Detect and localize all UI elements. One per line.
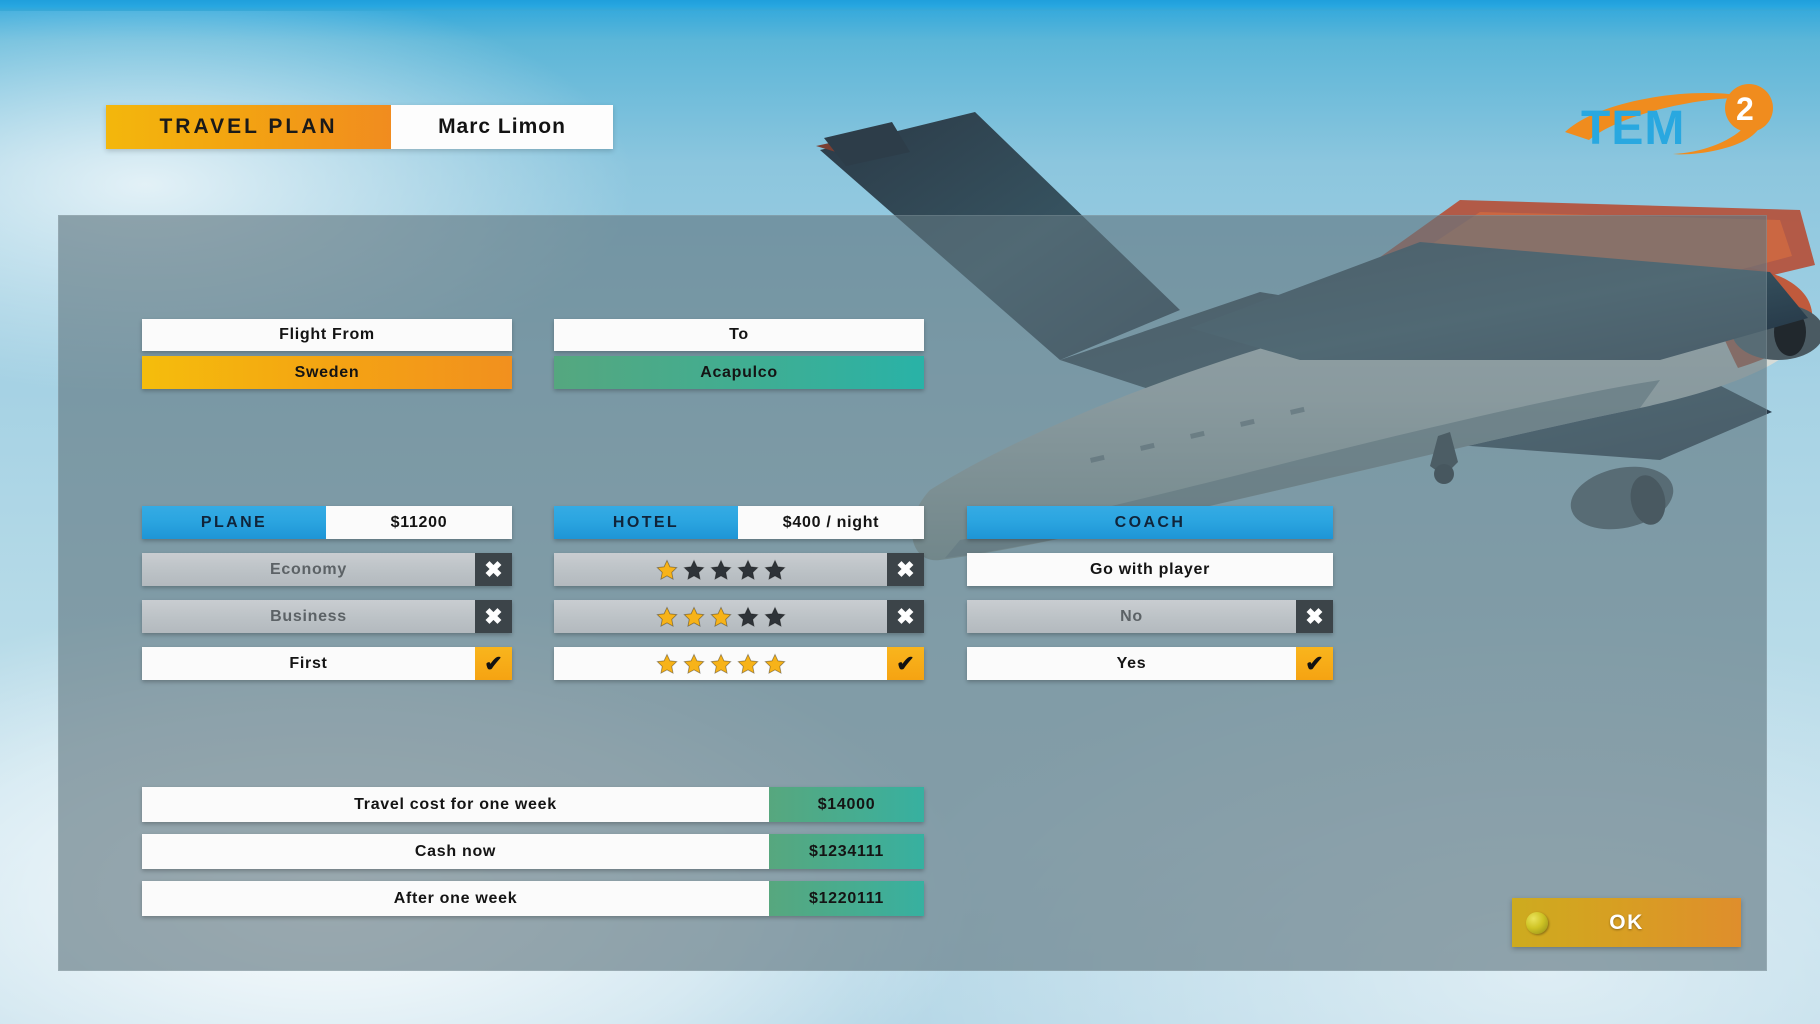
travel-plan-panel: Flight From Sweden To Acapulco PLANE $11… [58,215,1767,971]
tem2-logo: TEM 2 [1565,84,1773,155]
plane-price: $11200 [326,506,512,539]
logo-exponent: 2 [1736,91,1754,127]
star-icon [655,558,678,580]
cross-icon[interactable]: ✖ [887,600,924,633]
star-icon [709,605,732,627]
star-rating-2 [655,605,786,628]
plane-option-label[interactable]: Business [142,600,475,633]
check-icon[interactable]: ✔ [1296,647,1333,680]
plane-option-business[interactable]: Business ✖ [142,600,512,633]
plane-option-first[interactable]: First ✔ [142,647,512,680]
summary-row-cash-now: Cash now $1234111 [142,834,924,869]
coach-question: Go with player [967,553,1333,586]
hotel-section-header: HOTEL $400 / night [554,506,924,539]
coach-section-label: COACH [967,506,1333,539]
flight-from-label-row: Flight From [142,319,512,351]
star-icon [763,558,786,580]
flight-to-label-row: To [554,319,924,351]
cross-icon[interactable]: ✖ [887,553,924,586]
summary-value: $1234111 [769,834,924,869]
flight-to-label: To [554,319,924,351]
cross-icon[interactable]: ✖ [1296,600,1333,633]
summary-row-travel-cost: Travel cost for one week $14000 [142,787,924,822]
page-title: TRAVEL PLAN [106,105,391,149]
flight-from-value-row[interactable]: Sweden [142,356,512,389]
flight-to-value-row[interactable]: Acapulco [554,356,924,389]
hotel-option-1star[interactable]: ✖ [554,553,924,586]
coach-option-label[interactable]: No [967,600,1296,633]
top-accent-bar [0,0,1820,11]
star-icon [763,652,786,674]
star-icon [682,558,705,580]
plane-section-label: PLANE [142,506,326,539]
coin-icon [1526,912,1548,934]
cross-icon[interactable]: ✖ [475,600,512,633]
summary-label: Cash now [142,834,769,869]
player-name-field: Marc Limon [391,105,613,149]
flight-from-label: Flight From [142,319,512,351]
star-icon [736,652,759,674]
summary-value: $14000 [769,787,924,822]
coach-question-row: Go with player [967,553,1333,586]
star-icon [736,558,759,580]
star-rating-1 [655,558,786,581]
summary-row-after-one-week: After one week $1220111 [142,881,924,916]
plane-option-economy[interactable]: Economy ✖ [142,553,512,586]
coach-option-yes[interactable]: Yes ✔ [967,647,1333,680]
summary-label: Travel cost for one week [142,787,769,822]
check-icon[interactable]: ✔ [475,647,512,680]
summary-label: After one week [142,881,769,916]
hotel-option-5star[interactable]: ✔ [554,647,924,680]
star-icon [709,558,732,580]
header-bar: TRAVEL PLAN Marc Limon [106,105,613,149]
coach-option-label[interactable]: Yes [967,647,1296,680]
coach-section-header: COACH [967,506,1333,539]
flight-to-value[interactable]: Acapulco [554,356,924,389]
logo-text: TEM [1581,102,1685,155]
ok-button[interactable]: OK [1512,898,1741,947]
plane-option-label[interactable]: First [142,647,475,680]
plane-option-label[interactable]: Economy [142,553,475,586]
game-screen: TRAVEL PLAN Marc Limon TEM 2 Flight From… [0,0,1820,1024]
star-icon [736,605,759,627]
star-icon [655,652,678,674]
plane-section-header: PLANE $11200 [142,506,512,539]
hotel-price: $400 / night [738,506,924,539]
hotel-option-3star[interactable]: ✖ [554,600,924,633]
flight-from-value[interactable]: Sweden [142,356,512,389]
star-icon [709,652,732,674]
check-icon[interactable]: ✔ [887,647,924,680]
star-rating-3 [655,652,786,675]
hotel-section-label: HOTEL [554,506,738,539]
coach-option-no[interactable]: No ✖ [967,600,1333,633]
ok-button-label: OK [1609,910,1644,934]
star-icon [655,605,678,627]
star-icon [763,605,786,627]
cross-icon[interactable]: ✖ [475,553,512,586]
star-icon [682,605,705,627]
star-icon [682,652,705,674]
summary-value: $1220111 [769,881,924,916]
